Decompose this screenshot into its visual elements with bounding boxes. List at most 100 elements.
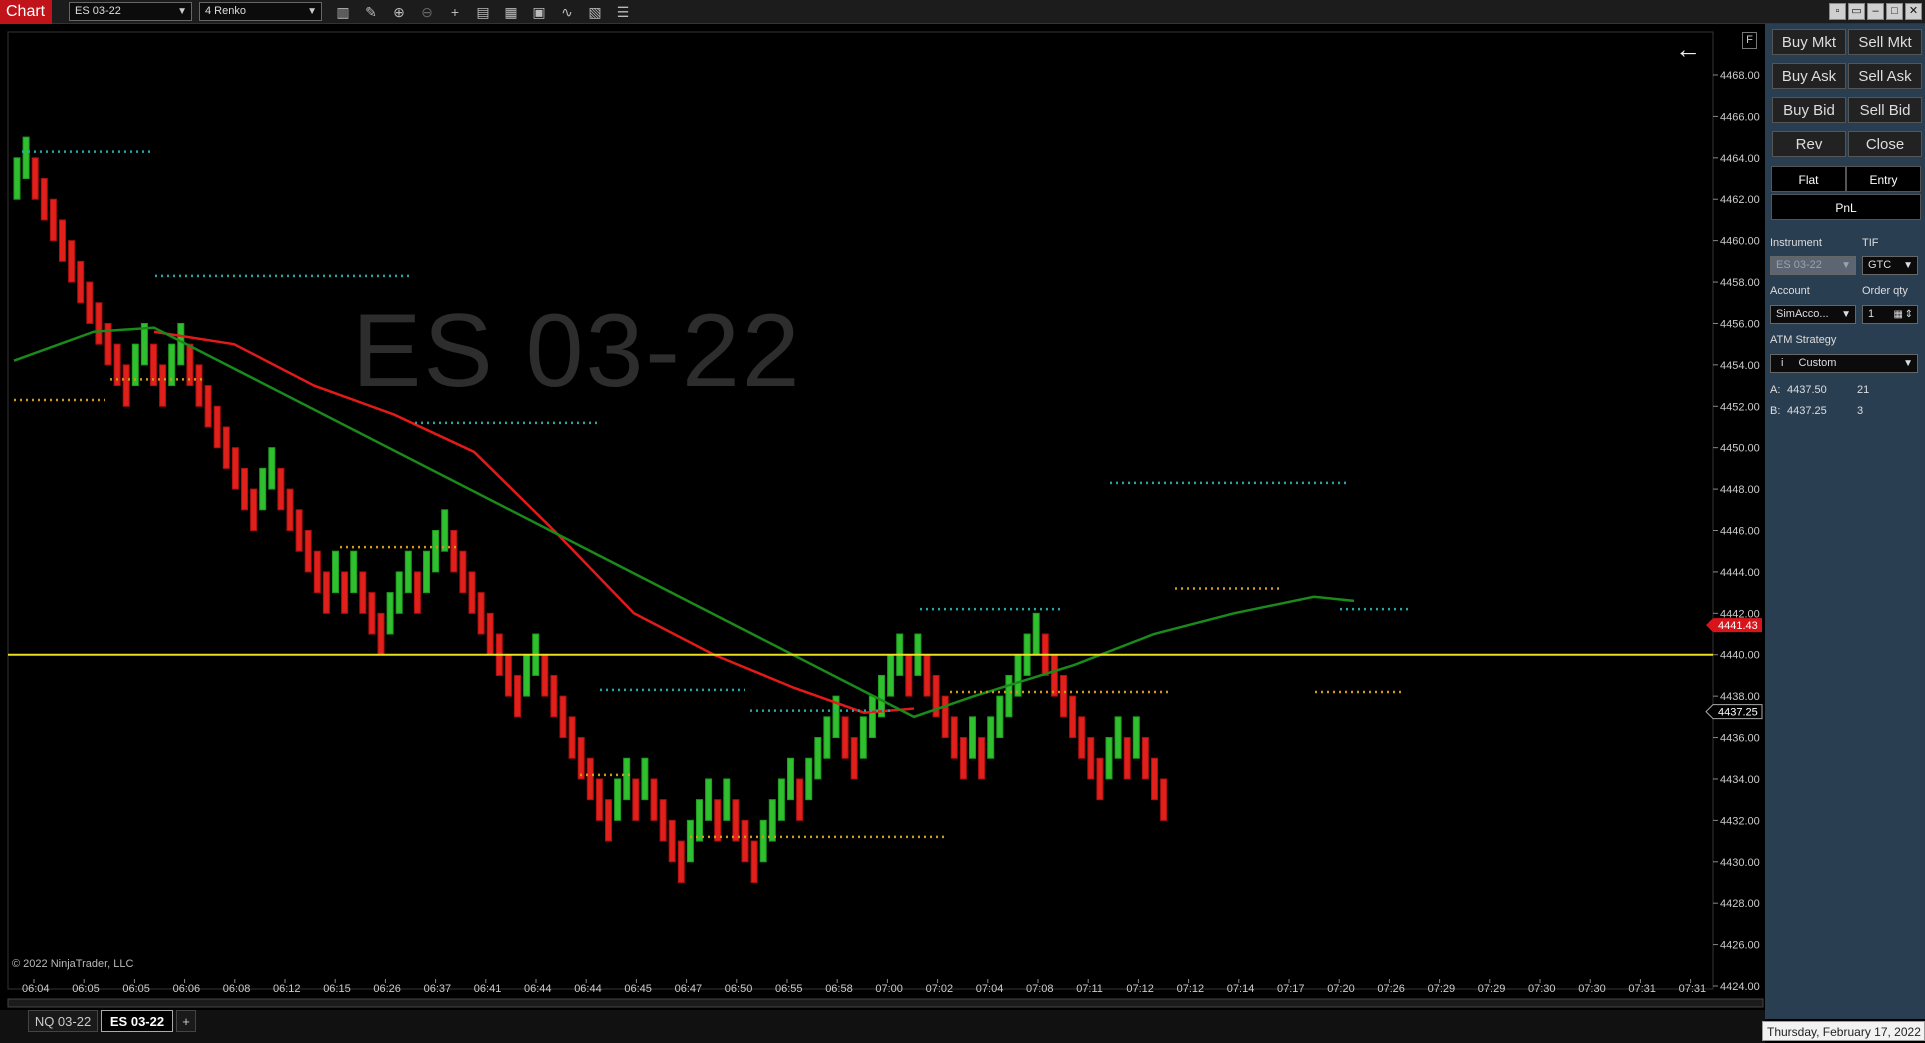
entry-button[interactable]: Entry [1846, 166, 1921, 192]
time-axis-label: 07:26 [1377, 983, 1405, 995]
spin-arrows-icon[interactable]: ⇕ [1905, 306, 1913, 323]
renko-brick [250, 488, 258, 532]
back-arrow-icon[interactable]: ← [1675, 34, 1701, 65]
renko-brick [1032, 612, 1040, 656]
renko-chart[interactable]: 4468.00 4466.00 4464.00 4462.00 4460.00 4458.… [0, 24, 1765, 1024]
restore-icon[interactable]: ▫ [1829, 3, 1846, 20]
time-axis-label: 06:50 [725, 983, 753, 995]
instrument-selector-value: ES 03-22 [75, 5, 121, 17]
atm-strategy-select[interactable]: i Custom ▼ [1770, 354, 1918, 373]
renko-brick [705, 778, 713, 821]
renko-brick [122, 364, 130, 407]
renko-brick [77, 260, 85, 304]
info-icon[interactable]: i [1781, 357, 1783, 369]
time-axis-label: 07:12 [1126, 983, 1154, 995]
tif-select[interactable]: GTC ▼ [1862, 256, 1918, 275]
renko-brick [541, 654, 549, 697]
object-list-icon[interactable]: ☰ [614, 3, 632, 21]
renko-brick [668, 819, 676, 863]
renko-brick [1005, 674, 1013, 718]
account-select[interactable]: SimAcco... ▼ [1770, 305, 1856, 324]
buy-ask-button[interactable]: Buy Ask [1772, 63, 1846, 89]
order-qty-stepper[interactable]: 1 ▦ ⇕ [1862, 305, 1918, 324]
properties-icon[interactable]: ▧ [586, 3, 604, 21]
reverse-button[interactable]: Rev [1772, 131, 1846, 157]
renko-brick [222, 426, 230, 469]
renko-brick [550, 674, 558, 718]
renko-brick [559, 695, 567, 739]
instrument-label: Instrument [1770, 237, 1822, 249]
price-axis-label: 4428.00 [1720, 898, 1760, 910]
chart-panel[interactable]: 4468.00 4466.00 4464.00 4462.00 4460.00 4458.… [0, 24, 1765, 1024]
tab-es-03-22[interactable]: ES 03-22 [101, 1010, 173, 1032]
renko-brick [432, 530, 440, 573]
account-value: SimAcco... [1776, 308, 1829, 320]
sell-market-button[interactable]: Sell Mkt [1848, 29, 1922, 55]
price-axis-label: 4426.00 [1720, 940, 1760, 952]
renko-brick [905, 654, 913, 697]
renko-brick [723, 778, 731, 821]
chart-trader-icon[interactable]: ▦ [502, 3, 520, 21]
time-axis-label: 07:04 [976, 983, 1004, 995]
add-tab-button[interactable]: + [176, 1010, 196, 1032]
plot-border [7, 31, 1714, 990]
price-axis-label: 4434.00 [1720, 774, 1760, 786]
price-axis-label: 4438.00 [1720, 691, 1760, 703]
pnl-display[interactable]: PnL [1771, 194, 1921, 220]
instrument-selector[interactable]: ES 03-22 ▼ [69, 2, 192, 21]
zoom-out-icon[interactable]: ⊖ [418, 3, 436, 21]
renko-brick [195, 364, 203, 407]
renko-brick [987, 716, 995, 759]
order-qty-label: Order qty [1862, 285, 1908, 297]
f-button[interactable]: F [1742, 32, 1757, 49]
renko-brick [732, 799, 740, 842]
sell-ask-button[interactable]: Sell Ask [1848, 63, 1922, 89]
indicators-icon[interactable]: ∿ [558, 3, 576, 21]
renko-brick [322, 571, 330, 614]
close-position-button[interactable]: Close [1848, 131, 1922, 157]
renko-brick [859, 716, 867, 759]
chevron-down-icon: ▼ [1841, 309, 1851, 320]
buy-market-button[interactable]: Buy Mkt [1772, 29, 1846, 55]
strategies-icon[interactable]: ▣ [530, 3, 548, 21]
renko-brick [714, 799, 722, 842]
renko-brick [259, 467, 267, 511]
renko-brick [140, 322, 148, 366]
maximize-icon[interactable]: □ [1886, 3, 1903, 20]
time-axis-label: 07:31 [1679, 983, 1707, 995]
bars-type-icon[interactable]: ▥ [334, 3, 352, 21]
flat-button[interactable]: Flat [1771, 166, 1846, 192]
renko-brick [486, 612, 494, 656]
renko-brick [13, 157, 21, 200]
time-axis-label: 06:44 [524, 983, 552, 995]
workspace-icon[interactable]: ▭ [1848, 3, 1865, 20]
ask-price: 4437.50 [1787, 384, 1827, 396]
renko-brick [159, 364, 167, 407]
buy-bid-button[interactable]: Buy Bid [1772, 97, 1846, 123]
renko-brick [1151, 757, 1158, 801]
crosshair-icon[interactable]: + [446, 3, 464, 21]
renko-brick [950, 716, 958, 759]
tab-nq-03-22[interactable]: NQ 03-22 [28, 1010, 98, 1032]
renko-brick [650, 778, 658, 821]
minimize-icon[interactable]: – [1867, 3, 1884, 20]
time-axis-label: 06:45 [624, 983, 652, 995]
sell-bid-button[interactable]: Sell Bid [1848, 97, 1922, 123]
renko-brick [841, 716, 849, 759]
zoom-in-icon[interactable]: ⊕ [390, 3, 408, 21]
atm-strategy-label: ATM Strategy [1770, 334, 1837, 346]
bar-type-selector[interactable]: 4 Renko ▼ [199, 2, 322, 21]
renko-brick [304, 530, 312, 573]
renko-brick [941, 695, 949, 739]
chart-title-tab[interactable]: Chart [0, 0, 52, 24]
price-axis-label: 4466.00 [1720, 111, 1760, 123]
renko-brick [978, 737, 986, 780]
calculator-icon[interactable]: ▦ [1894, 306, 1903, 323]
bid-label: B: [1770, 405, 1781, 417]
renko-brick [605, 799, 612, 842]
renko-brick [696, 799, 703, 842]
time-axis-label: 07:14 [1227, 983, 1255, 995]
data-box-icon[interactable]: ▤ [474, 3, 492, 21]
draw-tool-icon[interactable]: ✎ [362, 3, 380, 21]
close-icon[interactable]: ✕ [1905, 3, 1922, 20]
